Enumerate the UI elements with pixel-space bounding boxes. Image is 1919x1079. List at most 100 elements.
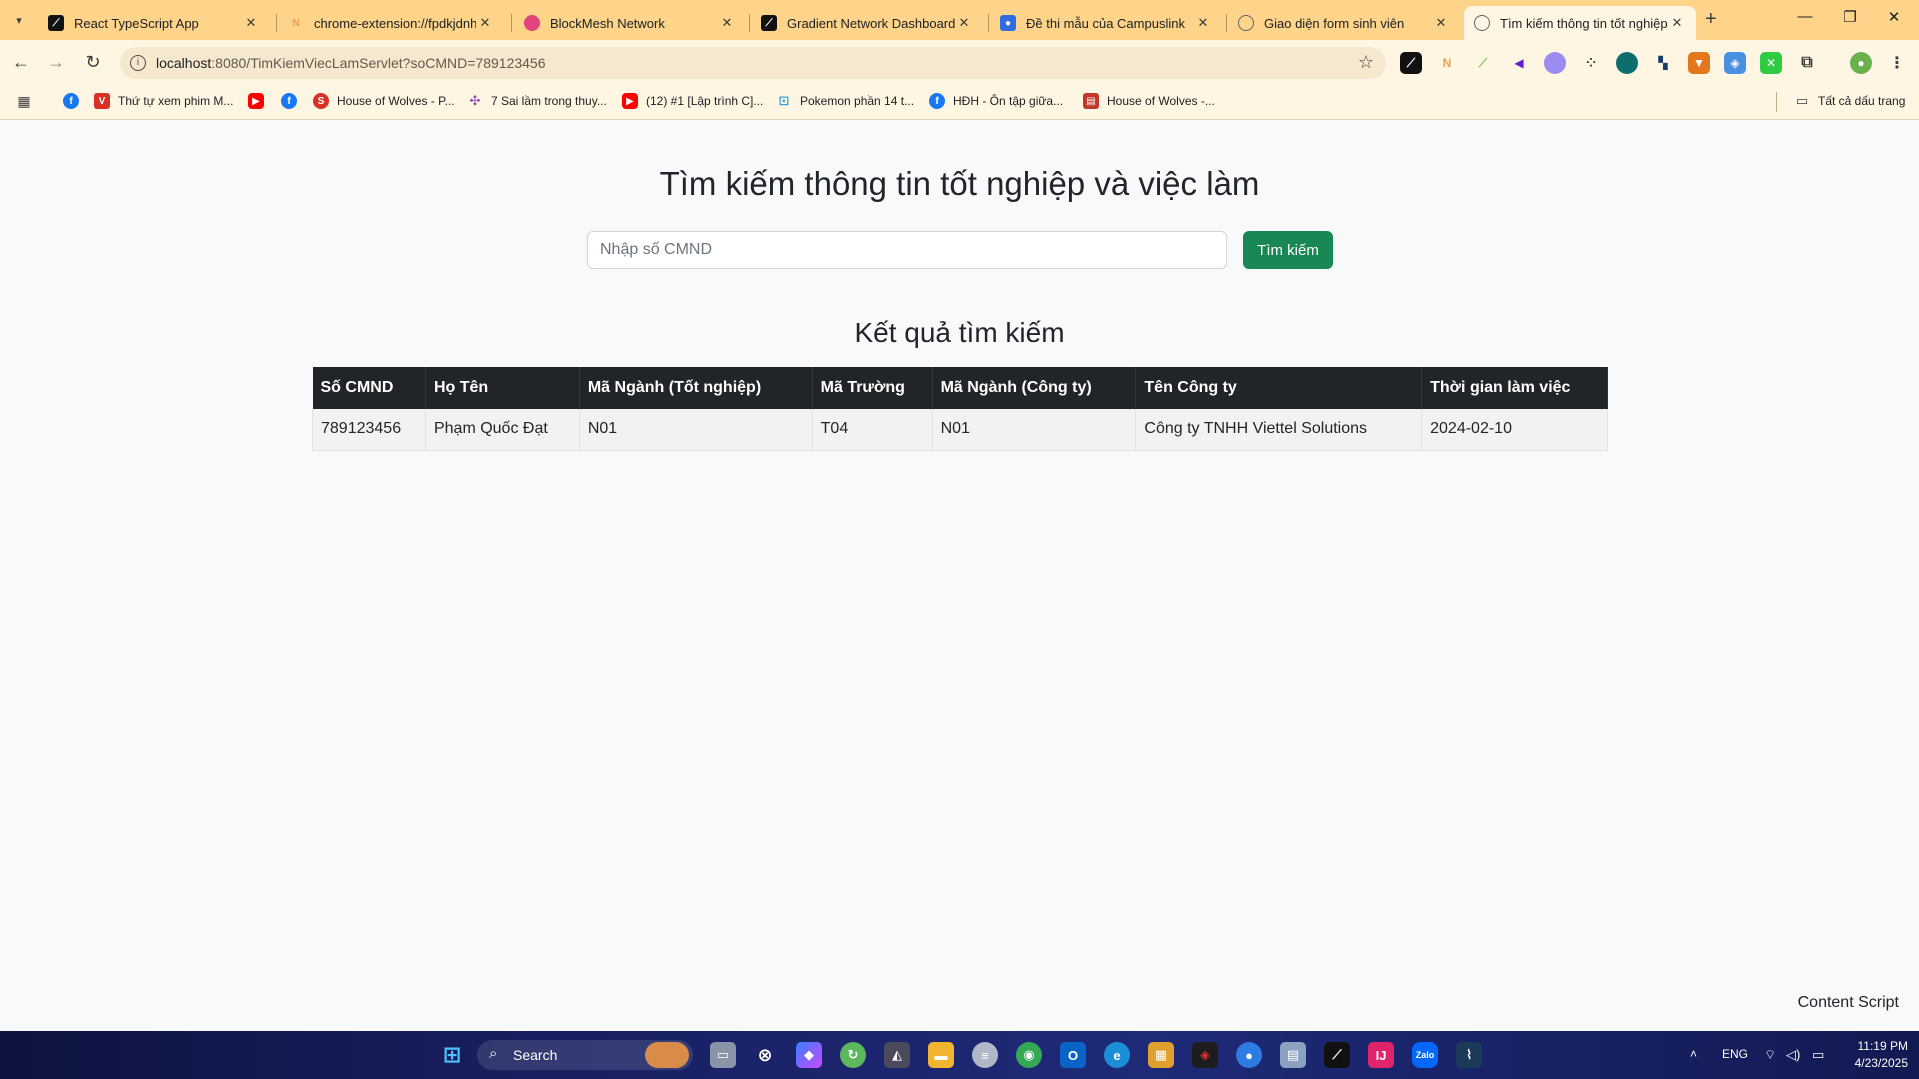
s-red-icon: S (313, 93, 329, 109)
tab-react-typescript-app[interactable]: ⟋ React TypeScript App ✕ (38, 6, 270, 40)
zalo-icon[interactable]: Zalo (1412, 1042, 1438, 1068)
all-bookmarks-folder[interactable]: ▭ Tất cả dấu trang (1794, 93, 1906, 109)
metamask-fox-icon[interactable]: ▼ (1688, 52, 1710, 74)
triangle-extension-icon[interactable]: ◀ (1508, 52, 1530, 74)
gradient-extension-icon[interactable]: ⟋ (1400, 52, 1422, 74)
header-ten-cong-ty: Tên Công ty (1135, 367, 1423, 409)
grid-extension-icon[interactable]: ▚ (1652, 52, 1674, 74)
language-indicator[interactable]: ENG (1722, 1047, 1748, 1061)
people-icon[interactable]: ● (1236, 1042, 1262, 1068)
green-app-icon[interactable]: ↻ (840, 1042, 866, 1068)
campuslink-icon: ● (1000, 15, 1016, 31)
tab-campuslink[interactable]: ● Đề thi mẫu của Campuslink ✕ (990, 6, 1222, 40)
taskbar-clock[interactable]: 11:19 PM 4/23/2025 (1836, 1038, 1908, 1072)
header-ma-nganh-tot-nghiep: Mã Ngành (Tốt nghiệp) (579, 367, 813, 409)
facebook-icon: f (929, 93, 945, 109)
tab-blockmesh-network[interactable]: BlockMesh Network ✕ (514, 6, 746, 40)
close-icon[interactable]: ✕ (1194, 15, 1212, 31)
file-explorer-icon[interactable]: ▬ (928, 1042, 954, 1068)
minimize-icon[interactable]: — (1785, 8, 1825, 25)
blue-extension-icon[interactable]: ◈ (1724, 52, 1746, 74)
gradient-icon: ⟋ (761, 15, 777, 31)
close-icon[interactable]: ✕ (242, 15, 260, 31)
address-url[interactable]: localhost:8080/TimKiemViecLamServlet?soC… (156, 55, 546, 71)
tab-divider (988, 14, 989, 32)
forward-arrow-icon[interactable]: → (44, 50, 68, 74)
bookmark-7-sai-lam[interactable]: ✣ 7 Sai lầm trong thuy... (467, 93, 607, 109)
outlook-icon[interactable]: O (1060, 1042, 1086, 1068)
window-close-icon[interactable]: ✕ (1874, 8, 1914, 26)
battery-icon[interactable]: ▭ (1812, 1047, 1824, 1063)
intellij-icon[interactable]: IJ (1368, 1042, 1394, 1068)
bookmark-facebook[interactable]: f (63, 93, 87, 109)
close-icon[interactable]: ✕ (718, 15, 736, 31)
close-icon[interactable]: ✕ (1432, 15, 1450, 31)
mysql-workbench-icon[interactable]: ⌇ (1456, 1042, 1482, 1068)
header-ma-truong: Mã Trường (812, 367, 933, 409)
circle-extension-icon[interactable] (1616, 52, 1638, 74)
tab-divider (1226, 14, 1227, 32)
store-icon[interactable]: ▦ (1148, 1042, 1174, 1068)
garena-icon[interactable]: ◈ (1192, 1042, 1218, 1068)
apps-grid-icon[interactable]: ▦ (16, 93, 40, 109)
search-button[interactable]: Tìm kiếm (1243, 231, 1333, 269)
dots-extension-icon[interactable]: ⁘ (1580, 52, 1602, 74)
content-script-label: Content Script (1797, 994, 1899, 1011)
new-tab-plus-icon[interactable]: + (1705, 8, 1717, 31)
chrome-icon[interactable]: ◉ (1016, 1042, 1042, 1068)
bookmark-lap-trinh-c[interactable]: ▶ (12) #1 [Lập trình C]... (622, 93, 763, 109)
green-extension-icon[interactable]: ✕ (1760, 52, 1782, 74)
copilot-icon[interactable]: ◆ (796, 1042, 822, 1068)
gradient-app-icon[interactable]: ⟋ (1324, 1042, 1350, 1068)
tab-tim-kiem-active[interactable]: Tìm kiếm thông tin tốt nghiệp và việc là… (1464, 6, 1696, 40)
tab-search-chevron-icon[interactable]: ▾ (8, 9, 30, 31)
blob-extension-icon[interactable] (1544, 52, 1566, 74)
windows-start-icon[interactable]: ⊞ (439, 1042, 465, 1068)
tab-gradient-network-dashboard[interactable]: ⟋ Gradient Network Dashboard ✕ (751, 6, 983, 40)
back-arrow-icon[interactable]: ← (9, 50, 33, 74)
unity-icon[interactable]: ◭ (884, 1042, 910, 1068)
facebook-icon: f (63, 93, 79, 109)
tab-strip: ▾ ⟋ React TypeScript App ✕ N chrome-exte… (0, 0, 1919, 40)
extensions-puzzle-icon[interactable]: ⧉ (1796, 52, 1818, 74)
site-info-icon[interactable]: i (130, 55, 146, 71)
edge-icon[interactable]: e (1104, 1042, 1130, 1068)
gallery-icon[interactable]: ▤ (1280, 1042, 1306, 1068)
folder-icon: ▭ (1795, 93, 1809, 108)
close-icon[interactable]: ✕ (1668, 15, 1686, 31)
xbox-icon[interactable]: ⊗ (752, 1042, 778, 1068)
n-extension-icon[interactable]: N (1436, 52, 1458, 74)
restore-icon[interactable]: ❐ (1830, 8, 1870, 26)
blockmesh-icon (524, 15, 540, 31)
leaf-extension-icon[interactable]: ⟋ (1472, 52, 1494, 74)
bookmark-youtube[interactable]: ▶ (248, 93, 272, 109)
bookmark-thu-tu-xem-phim[interactable]: V Thứ tự xem phim M... (94, 93, 233, 109)
bookmark-facebook[interactable]: f (281, 93, 305, 109)
task-view-icon[interactable]: ▭ (710, 1042, 736, 1068)
reload-icon[interactable]: ↻ (81, 50, 105, 74)
bookmark-star-icon[interactable]: ☆ (1358, 52, 1374, 73)
address-bar[interactable]: i localhost:8080/TimKiemViecLamServlet?s… (120, 47, 1386, 79)
bookmark-house-of-wolves-p[interactable]: S House of Wolves - P... (313, 93, 455, 109)
tab-chrome-extension[interactable]: N chrome-extension://fpdkjdnhkakefebpekb… (278, 6, 504, 40)
facebook-icon: f (281, 93, 297, 109)
profile-avatar-icon[interactable]: ● (1850, 52, 1872, 74)
menu-kebab-icon[interactable]: ⋮ (1886, 52, 1908, 74)
close-icon[interactable]: ✕ (955, 15, 973, 31)
taskbar-search-box[interactable]: ⌕ Search (477, 1040, 693, 1070)
cell-ma-nganh-tot-nghiep: N01 (579, 409, 813, 451)
react-icon: ⟋ (48, 15, 64, 31)
close-icon[interactable]: ✕ (476, 15, 494, 31)
database-icon[interactable]: ≡ (972, 1042, 998, 1068)
bookmark-pokemon[interactable]: ⊡ Pokemon phần 14 t... (776, 93, 915, 109)
pinwheel-icon: ✣ (469, 93, 481, 108)
globe-icon (1238, 15, 1254, 31)
tray-chevron-icon[interactable]: ˄ (1690, 1047, 1697, 1061)
volume-icon[interactable]: ◁) (1786, 1047, 1800, 1063)
bookmark-hdh-on-tap[interactable]: f HĐH - Ôn tập giữa... (929, 93, 1063, 109)
tab-giao-dien-form[interactable]: Giao diện form sinh viên ✕ (1228, 6, 1460, 40)
extension-icon: N (292, 17, 300, 29)
bookmark-house-of-wolves[interactable]: ▤ House of Wolves -... (1083, 93, 1215, 109)
wifi-icon[interactable]: ⌔ (1764, 1047, 1776, 1063)
cmnd-search-input[interactable] (587, 231, 1227, 269)
